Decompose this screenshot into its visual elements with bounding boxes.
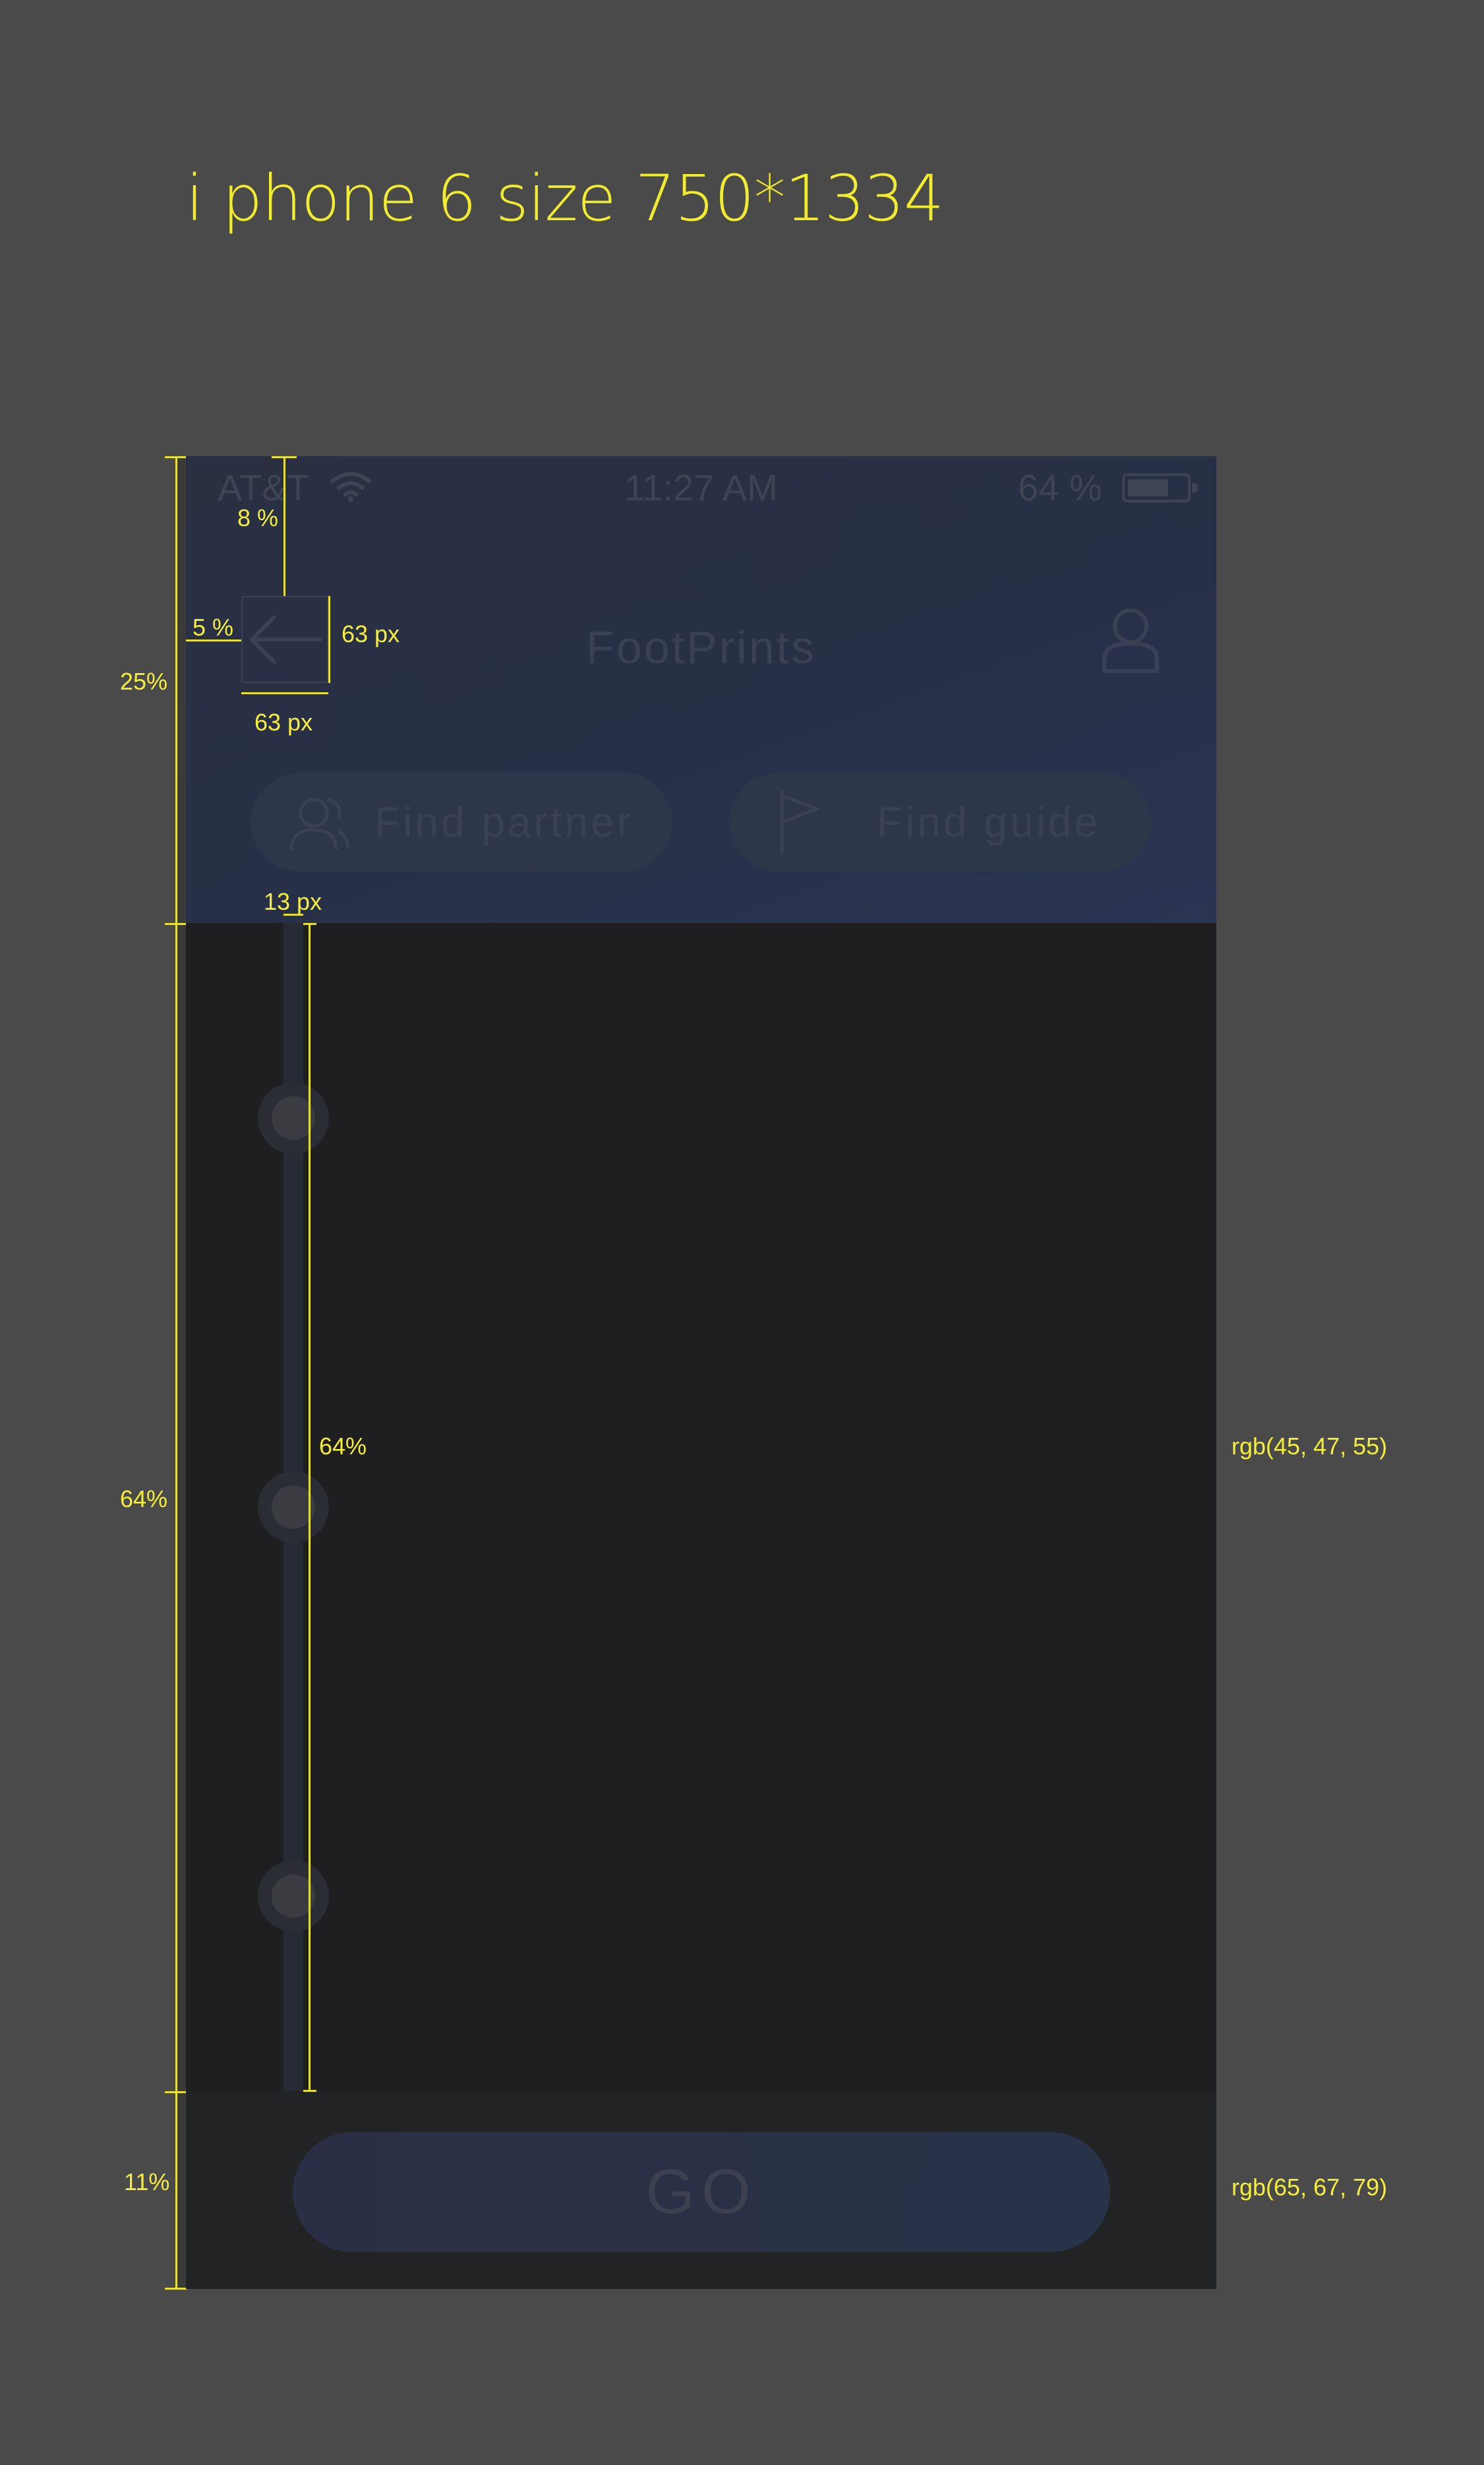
dimension-tick [272,456,297,458]
spec-title: i phone 6 size 750*1334 [186,162,944,235]
people-icon [289,798,350,850]
dimension-tick [303,923,316,925]
header-height-label: 25% [120,668,168,695]
timeline-node[interactable] [258,1083,329,1154]
dimension-tick [165,923,187,925]
find-partner-label: Find partner [374,798,634,846]
back-height-label: 63 px [341,620,400,647]
find-guide-label: Find guide [877,798,1100,846]
battery-icon [1122,473,1197,502]
flag-icon [780,790,819,854]
left-offset-label: 5 % [193,614,234,641]
back-height-line [328,596,330,683]
content-height-inner-label: 64% [319,1433,367,1460]
height-dimension-line [175,456,177,2289]
dimension-tick [165,456,187,458]
content-height-line [309,923,311,2091]
user-icon [1102,609,1159,673]
battery-nub [1192,483,1197,492]
header: AT&T 11:27 AM 64 % FootPrints Find partn… [186,456,1216,923]
back-width-line [241,692,328,694]
track-width-line [283,914,303,916]
phone-edge-strip [177,456,186,2289]
go-label: GO [645,2156,757,2227]
go-button[interactable]: GO [293,2132,1110,2252]
footer-color-label: rgb(65, 67, 79) [1232,2174,1388,2201]
content-color-label: rgb(45, 47, 55) [1232,1433,1388,1460]
top-offset-label: 8 % [237,504,279,531]
phone-screen: AT&T 11:27 AM 64 % FootPrints Find partn… [186,456,1216,2289]
dimension-tick [165,2288,187,2290]
dimension-tick [165,2091,187,2093]
timeline-node[interactable] [258,1471,329,1543]
top-offset-line [283,456,285,596]
battery-percent: 64 % [1018,467,1102,508]
content-height-label: 64% [120,1485,168,1512]
dimension-tick [303,2090,316,2092]
app-title: FootPrints [586,622,816,673]
find-guide-button[interactable]: Find guide [729,773,1151,872]
footer-bar: GO [186,2091,1216,2289]
back-width-label: 63 px [254,709,313,736]
timeline-node[interactable] [258,1860,329,1932]
profile-button[interactable] [1101,607,1160,678]
footer-height-label: 11% [124,2168,170,2195]
find-partner-button[interactable]: Find partner [251,773,672,872]
track-width-label: 13 px [264,888,322,915]
battery-fill [1128,479,1169,496]
